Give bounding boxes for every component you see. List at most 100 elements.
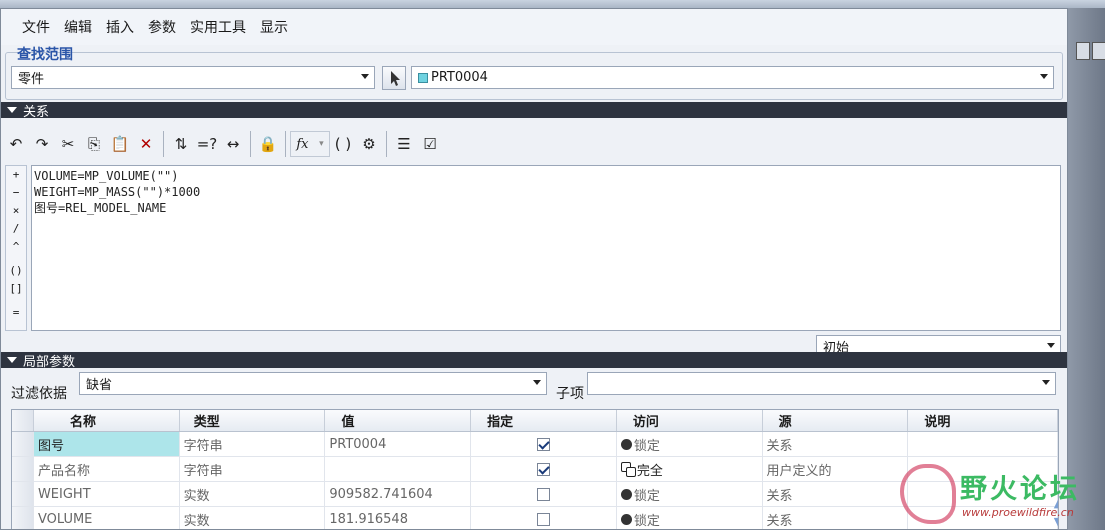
- operator-plus-button[interactable]: +: [13, 166, 20, 184]
- cell-designated: [471, 507, 617, 529]
- operator-minus-button[interactable]: −: [13, 184, 20, 202]
- sort-icon[interactable]: ☰: [391, 130, 417, 158]
- designated-checkbox[interactable]: [537, 512, 551, 526]
- col-source[interactable]: 源: [763, 410, 909, 431]
- col-type[interactable]: 类型: [180, 410, 326, 431]
- operator-power-button[interactable]: ^: [13, 238, 20, 256]
- filter-label: 过滤依据: [11, 386, 67, 402]
- cell-access[interactable]: 锁定: [617, 432, 763, 456]
- menu-parameters[interactable]: 参数: [141, 17, 183, 37]
- relations-editor[interactable]: VOLUME=MP_VOLUME("") WEIGHT=MP_MASS("")*…: [31, 165, 1061, 331]
- part-icon: [418, 72, 428, 83]
- cell-value[interactable]: 181.916548: [325, 507, 472, 529]
- cell-type[interactable]: 实数: [180, 482, 326, 506]
- parameter-icon[interactable]: ⚙: [356, 130, 382, 158]
- cell-description[interactable]: [908, 432, 1058, 456]
- chevron-down-icon: [1047, 343, 1055, 348]
- relations-toolbar: ↶ ↷ ✂ ⎘ 📋 ✕ ⇅ =? ↔ 🔒 fx ▾ ( ) ⚙ ☰ ☑: [3, 127, 1067, 161]
- cell-value[interactable]: [325, 457, 472, 481]
- cell-name[interactable]: WEIGHT: [34, 482, 180, 506]
- table-row[interactable]: 图号 字符串 PRT0004 锁定 关系: [12, 432, 1058, 457]
- row-header[interactable]: [12, 432, 34, 456]
- designated-checkbox[interactable]: [537, 462, 551, 476]
- menu-file[interactable]: 文件: [15, 17, 57, 37]
- cell-source[interactable]: 关系: [763, 482, 909, 506]
- row-header[interactable]: [12, 457, 34, 481]
- cell-access[interactable]: 锁定: [617, 482, 763, 506]
- pick-model-button[interactable]: [382, 66, 406, 90]
- cell-source[interactable]: 关系: [763, 432, 909, 456]
- relation-line: 图号=REL_MODEL_NAME: [34, 201, 167, 215]
- menu-edit[interactable]: 编辑: [57, 17, 99, 37]
- units-icon[interactable]: ↔: [220, 130, 246, 158]
- operator-equals-button[interactable]: =: [13, 304, 20, 322]
- chevron-down-icon: [1040, 74, 1048, 79]
- designated-checkbox[interactable]: [537, 487, 551, 501]
- cell-access[interactable]: 完全: [617, 457, 763, 481]
- chevron-down-icon: [361, 74, 369, 79]
- menu-utilities[interactable]: 实用工具: [183, 17, 253, 37]
- operator-parens-button[interactable]: (): [9, 262, 22, 280]
- brackets-icon[interactable]: ( ): [330, 130, 356, 158]
- scope-type-select[interactable]: 零件: [11, 66, 375, 89]
- relation-line: WEIGHT=MP_MASS("")*1000: [34, 185, 201, 199]
- cell-type[interactable]: 字符串: [180, 457, 326, 481]
- menu-insert[interactable]: 插入: [99, 17, 141, 37]
- evaluate-icon[interactable]: =?: [194, 130, 220, 158]
- cell-type[interactable]: 字符串: [180, 432, 326, 456]
- cell-name[interactable]: VOLUME: [34, 507, 180, 529]
- copy-icon[interactable]: ⎘: [81, 130, 107, 158]
- row-header[interactable]: [12, 507, 34, 529]
- cell-name[interactable]: 产品名称: [34, 457, 180, 481]
- row-header-corner: [12, 410, 34, 431]
- row-header[interactable]: [12, 482, 34, 506]
- operator-multiply-button[interactable]: ×: [13, 202, 20, 220]
- function-icon[interactable]: fx ▾: [290, 131, 330, 157]
- cell-value[interactable]: 909582.741604: [325, 482, 472, 506]
- toolbar-icon: [1092, 42, 1105, 60]
- cell-designated: [471, 457, 617, 481]
- toolbar-divider: [250, 131, 251, 157]
- delete-icon[interactable]: ✕: [133, 130, 159, 158]
- background-window: [1068, 8, 1105, 530]
- check-icon[interactable]: ☑: [417, 130, 443, 158]
- cut-icon[interactable]: ✂: [55, 130, 81, 158]
- col-description[interactable]: 说明: [908, 410, 1058, 431]
- table-header: 名称 类型 值 指定 访问 源 说明: [12, 410, 1058, 432]
- paste-icon[interactable]: 📋: [107, 130, 133, 158]
- filter-select[interactable]: 缺省: [79, 372, 547, 395]
- col-designated[interactable]: 指定: [471, 410, 617, 431]
- local-params-section-header[interactable]: 局部参数: [1, 352, 1067, 370]
- lock-icon: [620, 488, 632, 500]
- toolbar-divider: [163, 131, 164, 157]
- cell-type[interactable]: 实数: [180, 507, 326, 529]
- designated-checkbox[interactable]: [537, 437, 551, 451]
- cell-name[interactable]: 图号: [33, 432, 180, 456]
- scope-title: 查找范围: [17, 47, 73, 63]
- relations-section-header[interactable]: 关系: [1, 102, 1067, 120]
- cursor-icon: [391, 71, 400, 86]
- cell-access[interactable]: 锁定: [617, 507, 763, 529]
- operator-palette: + − × / ^ () [] =: [5, 165, 27, 331]
- col-value[interactable]: 值: [325, 410, 472, 431]
- cell-value[interactable]: PRT0004: [325, 432, 472, 456]
- verify-icon[interactable]: ⇅: [168, 130, 194, 158]
- menu-bar: 文件 编辑 插入 参数 实用工具 显示: [1, 9, 1067, 45]
- col-access[interactable]: 访问: [617, 410, 763, 431]
- redo-icon[interactable]: ↷: [29, 130, 55, 158]
- operator-divide-button[interactable]: /: [13, 220, 20, 238]
- watermark-text: 野火论坛: [960, 474, 1080, 505]
- lock-icon: [620, 438, 632, 450]
- col-name[interactable]: 名称: [34, 410, 180, 431]
- cell-source[interactable]: 关系: [763, 507, 909, 529]
- subitem-select[interactable]: [587, 372, 1056, 395]
- lock-icon[interactable]: 🔒: [255, 130, 281, 158]
- cell-source[interactable]: 用户定义的: [763, 457, 909, 481]
- unlock-icon: [620, 462, 636, 477]
- forum-watermark: 野火论坛 www.proewildfire.cn: [900, 462, 1100, 530]
- scope-model-select[interactable]: PRT0004: [411, 66, 1054, 89]
- operator-brackets-button[interactable]: []: [9, 280, 22, 298]
- undo-icon[interactable]: ↶: [3, 130, 29, 158]
- menu-display[interactable]: 显示: [253, 17, 295, 37]
- subitem-label: 子项: [556, 386, 584, 402]
